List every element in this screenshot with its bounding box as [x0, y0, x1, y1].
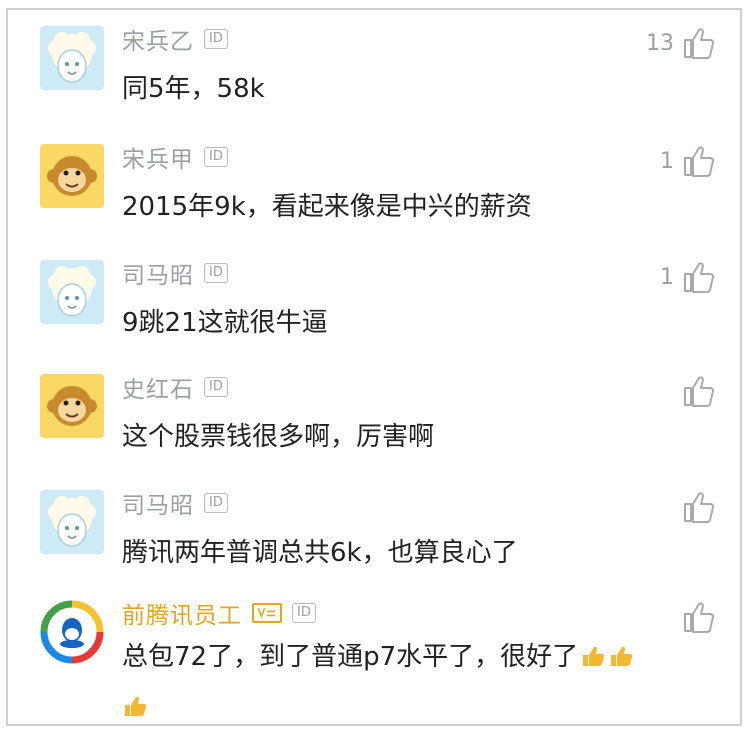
- sheep-avatar-icon: [40, 490, 104, 554]
- avatar[interactable]: [40, 260, 104, 324]
- comment-item: 史红石 ID 这个股票钱很多啊，厉害啊: [8, 364, 740, 476]
- sheep-avatar-icon: [40, 260, 104, 324]
- thumbs-up-icon: [682, 600, 716, 634]
- tencent-qq-avatar-icon: [40, 600, 104, 664]
- thumbs-up-icon: [682, 490, 716, 524]
- comment-text: 2015年9k，看起来像是中兴的薪资: [122, 192, 532, 222]
- comment-text: 9跳21这就很牛逼: [122, 308, 328, 338]
- avatar[interactable]: [40, 374, 104, 438]
- like-button[interactable]: 1: [660, 144, 716, 178]
- thumbs-up-icon: [682, 374, 716, 408]
- comment-text: 总包72了，到了普通p7水平了，很好了: [122, 632, 682, 732]
- like-count: 1: [660, 148, 674, 174]
- thumbs-up-icon: [682, 144, 716, 178]
- comment-item: 司马昭 ID 9跳21这就很牛逼 1: [8, 250, 740, 362]
- thumbs-up-icon: [682, 26, 716, 60]
- like-count: 13: [646, 30, 674, 56]
- monkey-avatar-icon: [40, 374, 104, 438]
- like-button[interactable]: 1: [660, 260, 716, 294]
- username[interactable]: 前腾讯员工: [122, 596, 242, 630]
- username[interactable]: 宋兵乙: [122, 22, 194, 56]
- comment-text-line: 总包72了，到了普通p7水平了，很好了: [122, 642, 579, 672]
- comment-item: 前腾讯员工 ID 总包72了，到了普通p7水平了，很好了: [8, 590, 740, 726]
- username[interactable]: 史红石: [122, 370, 194, 404]
- comment-list: 宋兵乙 ID 同5年，58k 13 宋兵甲 ID 2015年9k，看起来像是中兴…: [6, 8, 742, 726]
- like-button[interactable]: [674, 374, 716, 408]
- id-badge: ID: [204, 493, 228, 513]
- avatar[interactable]: [40, 26, 104, 90]
- username[interactable]: 司马昭: [122, 256, 194, 290]
- id-badge: ID: [204, 263, 228, 283]
- comment-item: 宋兵甲 ID 2015年9k，看起来像是中兴的薪资 1: [8, 134, 740, 246]
- comment-text: 这个股票钱很多啊，厉害啊: [122, 422, 435, 452]
- comment-text: 同5年，58k: [122, 74, 265, 104]
- thumbs-up-emoji-icon: [122, 686, 148, 716]
- like-button[interactable]: [674, 600, 716, 634]
- id-badge: ID: [204, 29, 228, 49]
- like-button[interactable]: 13: [646, 26, 716, 60]
- thumbs-up-emoji-icon: [580, 636, 606, 666]
- avatar[interactable]: [40, 144, 104, 208]
- sheep-avatar-icon: [40, 26, 104, 90]
- id-badge: ID: [204, 147, 228, 167]
- username[interactable]: 宋兵甲: [122, 140, 194, 174]
- comment-item: 司马昭 ID 腾讯两年普调总共6k，也算良心了: [8, 480, 740, 592]
- like-count: 1: [660, 264, 674, 290]
- username[interactable]: 司马昭: [122, 486, 194, 520]
- comment-item: 宋兵乙 ID 同5年，58k 13: [8, 16, 740, 128]
- thumbs-up-emoji-icon: [608, 636, 634, 666]
- id-badge: ID: [292, 603, 316, 623]
- comment-text: 腾讯两年普调总共6k，也算良心了: [122, 538, 518, 568]
- verified-v-icon: [252, 603, 282, 623]
- like-button[interactable]: [674, 490, 716, 524]
- avatar[interactable]: [40, 600, 104, 664]
- monkey-avatar-icon: [40, 144, 104, 208]
- thumbs-up-icon: [682, 260, 716, 294]
- avatar[interactable]: [40, 490, 104, 554]
- id-badge: ID: [204, 377, 228, 397]
